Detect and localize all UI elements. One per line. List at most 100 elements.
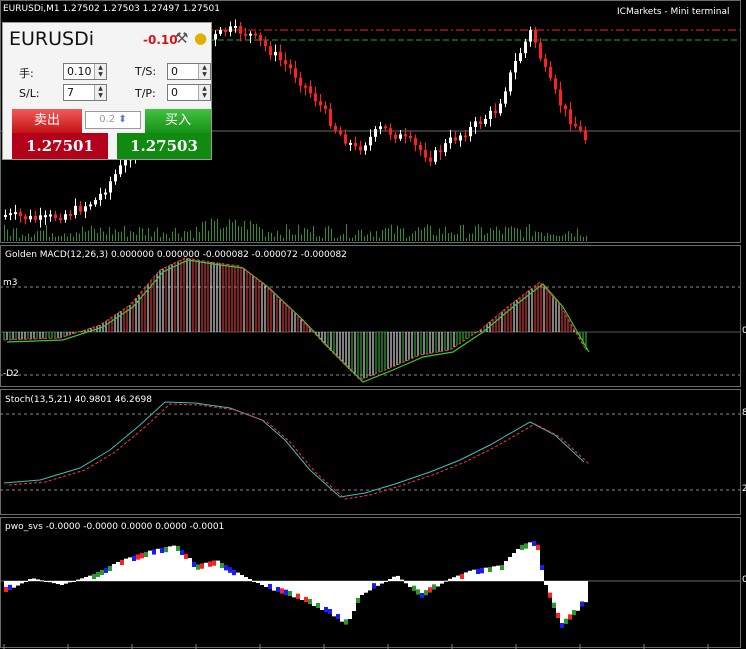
volume-bar xyxy=(25,236,26,241)
tp-input[interactable]: 0 ▲ ▼ xyxy=(167,84,211,101)
candle-body xyxy=(474,121,477,127)
volume-bar xyxy=(193,237,194,241)
pwo-bar xyxy=(80,578,84,581)
pwo-bar xyxy=(532,541,536,581)
volume-bar xyxy=(49,236,50,241)
volume-bar xyxy=(280,234,281,241)
candle-body xyxy=(49,214,52,217)
candle-body xyxy=(449,137,452,144)
candle-body xyxy=(569,109,572,125)
candle-body xyxy=(324,105,327,110)
ts-spinner-icon[interactable]: ▲ ▼ xyxy=(198,64,210,79)
pwo-bar xyxy=(52,581,56,584)
candle-body xyxy=(304,85,307,88)
pwo-bar xyxy=(536,545,540,581)
volume-bar xyxy=(451,232,452,241)
candle-body xyxy=(299,77,302,86)
candle-body xyxy=(264,40,267,47)
volume-bar xyxy=(460,225,461,241)
volume-bar xyxy=(37,231,38,241)
coin-icon[interactable]: ● xyxy=(194,29,207,47)
pwo-bar xyxy=(368,581,372,591)
sl-input[interactable]: 7 ▲ ▼ xyxy=(63,84,107,101)
sell-button[interactable]: 卖出 xyxy=(12,109,82,133)
pwo-bar-cap xyxy=(96,572,100,577)
pwo-bar xyxy=(576,581,580,611)
volume-bar xyxy=(181,237,182,241)
volume-bar xyxy=(484,235,485,241)
pwo-bar xyxy=(444,580,448,582)
candle-body xyxy=(294,68,297,78)
pwo-bar xyxy=(248,579,252,581)
pwo-bar-cap xyxy=(220,563,224,568)
axis-stoch-bottom: 2 xyxy=(742,484,746,494)
candle-body xyxy=(44,215,47,218)
volume-bar xyxy=(535,231,536,241)
pwo-bar-cap xyxy=(460,574,464,579)
volume-bar xyxy=(13,228,14,241)
candle-body xyxy=(274,51,277,56)
volume-bar xyxy=(259,227,260,241)
tools-icon[interactable]: ⚒ xyxy=(175,29,188,47)
macd-level-bottom-label: -D2 xyxy=(3,369,19,379)
volume-bar xyxy=(550,234,551,241)
candle-body xyxy=(34,215,37,220)
chart-header-symbol: EURUSDi,M1 1.27502 1.27503 1.27497 1.275… xyxy=(3,4,220,14)
volume-bar xyxy=(250,220,251,241)
candle-body xyxy=(429,157,432,162)
volume-bar xyxy=(475,226,476,241)
candle-body xyxy=(19,212,22,217)
volume-bar xyxy=(46,224,47,241)
buy-button[interactable]: 买入 xyxy=(145,109,211,133)
lots-input[interactable]: 0.10 ▲ ▼ xyxy=(63,63,107,80)
pwo-bar xyxy=(40,580,44,582)
volume-bar xyxy=(391,224,392,241)
candle-body xyxy=(244,33,247,36)
one-click-trading-panel[interactable]: EURUSDi -0.10 ⚒ ● 手: 0.10 ▲ ▼ T/S: 0 ▲ ▼ S… xyxy=(2,22,212,160)
pwo-bar-cap xyxy=(8,584,12,590)
candle-body xyxy=(444,143,447,153)
sl-spinner-icon[interactable]: ▲ ▼ xyxy=(94,85,106,100)
volume-bar xyxy=(28,233,29,241)
buy-price-button[interactable]: 1.27503 xyxy=(117,133,211,159)
pwo-bar xyxy=(376,581,380,586)
volume-bar xyxy=(31,237,32,241)
pwo-bar xyxy=(464,572,468,581)
candle-body xyxy=(379,126,382,130)
candle-body xyxy=(344,134,347,144)
candle-body xyxy=(9,213,12,216)
pwo-bar-cap xyxy=(304,597,308,602)
mt4-chart-window[interactable]: EURUSDi,M1 1.27502 1.27503 1.27497 1.275… xyxy=(0,0,746,649)
volume-bar xyxy=(376,231,377,241)
pwo-bar xyxy=(364,581,368,593)
volume-bar xyxy=(295,234,296,241)
axis-pwo-zero: 0 xyxy=(742,575,746,585)
pwo-bar xyxy=(360,581,364,595)
volume-bar xyxy=(121,231,122,241)
volume-bar xyxy=(58,235,59,241)
volume-bar xyxy=(583,237,584,241)
volume-bar xyxy=(541,232,542,241)
pwo-bar-cap xyxy=(552,602,556,608)
pwo-bar-cap xyxy=(224,565,228,571)
volume-bar xyxy=(211,218,212,241)
candle-body xyxy=(119,165,122,175)
volume-bar xyxy=(547,232,548,241)
candle-body xyxy=(519,53,522,61)
volume-bar xyxy=(40,230,41,241)
sell-price-button[interactable]: 1.27501 xyxy=(12,133,108,159)
volume-bar xyxy=(76,232,77,241)
pwo-bar xyxy=(292,581,296,598)
volume-bar xyxy=(19,237,20,241)
pwo-bar xyxy=(472,569,476,581)
lots-value: 0.10 xyxy=(67,65,92,78)
panel-change: -0.10 xyxy=(143,33,178,47)
volume-bar xyxy=(142,228,143,241)
ts-input[interactable]: 0 ▲ ▼ xyxy=(167,63,211,80)
pwo-bar xyxy=(452,577,456,581)
candle-body xyxy=(384,126,387,129)
volume-bar xyxy=(64,233,65,241)
lots-spinner-icon[interactable]: ▲ ▼ xyxy=(94,64,106,79)
candle-body xyxy=(544,58,547,68)
tp-spinner-icon[interactable]: ▲ ▼ xyxy=(198,85,210,100)
